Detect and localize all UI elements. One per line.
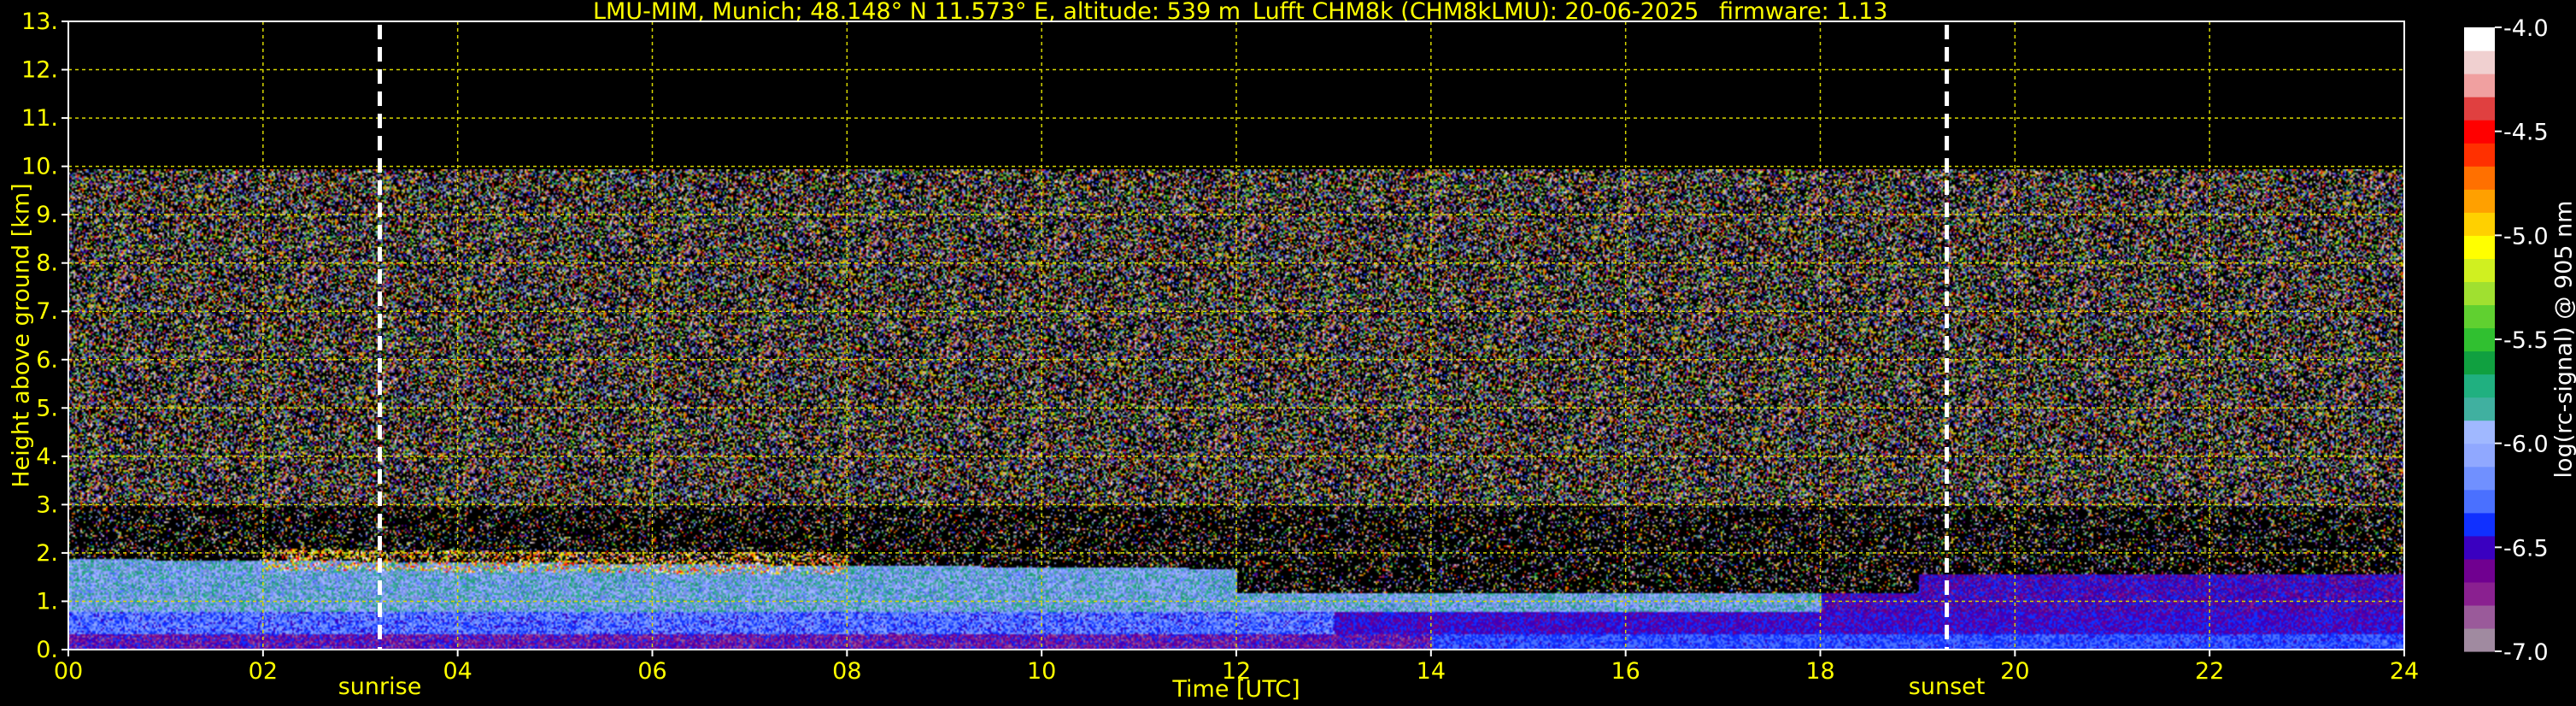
- x-tick-label: 02: [249, 658, 278, 685]
- x-tick-label: 16: [1611, 658, 1640, 685]
- x-tick-label: 22: [2195, 658, 2224, 685]
- x-tick-label: 06: [637, 658, 666, 685]
- colorbar-swatch: [2464, 350, 2495, 375]
- colorbar-swatch: [2464, 581, 2495, 606]
- colorbar-tick-label: -4.0: [2503, 15, 2549, 42]
- x-tick-label: 00: [54, 658, 83, 685]
- x-tick-label: 10: [1027, 658, 1056, 685]
- annotation-sunrise: sunrise: [338, 674, 422, 700]
- colorbar: [2464, 27, 2495, 652]
- y-tick-label: 7.: [36, 298, 58, 325]
- colorbar-tick-label: -5.5: [2503, 327, 2549, 354]
- colorbar-swatch: [2464, 212, 2495, 236]
- colorbar-label: log(rc-signal) @ 905 nm: [2550, 201, 2576, 479]
- colorbar-swatch: [2464, 258, 2495, 283]
- y-tick-label: 9.: [36, 202, 58, 228]
- colorbar-swatch: [2464, 604, 2495, 629]
- colorbar-swatch: [2464, 304, 2495, 329]
- x-tick-label: 20: [2000, 658, 2029, 685]
- y-tick-label: 12.: [21, 57, 58, 84]
- x-axis-label: Time [UTC]: [1171, 676, 1300, 703]
- y-tick-label: 11.: [21, 105, 58, 132]
- x-tick-label: 04: [443, 658, 472, 685]
- y-tick-label: 8.: [36, 250, 58, 277]
- colorbar-swatch: [2464, 627, 2495, 652]
- colorbar-swatch: [2464, 489, 2495, 514]
- y-tick-label: 5.: [36, 395, 58, 421]
- colorbar-swatch: [2464, 189, 2495, 213]
- y-axis-label: Height above ground [km]: [8, 183, 34, 487]
- sun-annotations: sunrise sunset: [338, 674, 1986, 700]
- colorbar-swatch: [2464, 143, 2495, 167]
- colorbar-swatch: [2464, 374, 2495, 398]
- colorbar-swatch: [2464, 558, 2495, 583]
- colorbar-swatch: [2464, 27, 2495, 51]
- colorbar-swatch: [2464, 235, 2495, 259]
- colorbar-swatch: [2464, 535, 2495, 560]
- y-tick-label: 4.: [36, 444, 58, 470]
- colorbar-tick-label: -4.5: [2503, 120, 2549, 146]
- colorbar-swatch: [2464, 74, 2495, 97]
- colorbar-ticks: -4.0 -4.5 -5.0 -5.5 -6.0 -6.5 -7.0: [2495, 15, 2549, 666]
- colorbar-swatch: [2464, 512, 2495, 537]
- grid: [68, 21, 2404, 650]
- colorbar-swatch: [2464, 443, 2495, 468]
- annotation-sunset: sunset: [1909, 674, 1986, 700]
- colorbar-swatch: [2464, 166, 2495, 190]
- colorbar-swatch: [2464, 420, 2495, 444]
- x-tick-label: 18: [1805, 658, 1834, 685]
- colorbar-swatch: [2464, 281, 2495, 306]
- colorbar-swatch: [2464, 397, 2495, 421]
- x-tick-label: 14: [1417, 658, 1446, 685]
- y-tick-label: 6.: [36, 347, 58, 374]
- colorbar-tick-label: -7.0: [2503, 639, 2549, 666]
- colorbar-swatch: [2464, 327, 2495, 352]
- colorbar-swatch: [2464, 120, 2495, 144]
- colorbar-swatch: [2464, 50, 2495, 74]
- colorbar-swatch: [2464, 466, 2495, 491]
- y-tick-label: 13.: [21, 9, 58, 35]
- y-tick-label: 2.: [36, 540, 58, 567]
- colorbar-tick-label: -6.5: [2503, 535, 2549, 562]
- colorbar-tick-label: -6.0: [2503, 432, 2549, 458]
- colorbar-swatch: [2464, 97, 2495, 121]
- x-tick-label: 08: [832, 658, 861, 685]
- y-tick-label: 3.: [36, 491, 58, 518]
- x-tick-label: 24: [2390, 658, 2419, 685]
- y-tick-label: 10.: [21, 154, 58, 180]
- colorbar-tick-label: -5.0: [2503, 223, 2549, 250]
- ceilometer-chart: LMU-MIM, Munich; 48.148° N 11.573° E, al…: [8, 0, 2576, 703]
- y-tick-label: 1.: [36, 588, 58, 615]
